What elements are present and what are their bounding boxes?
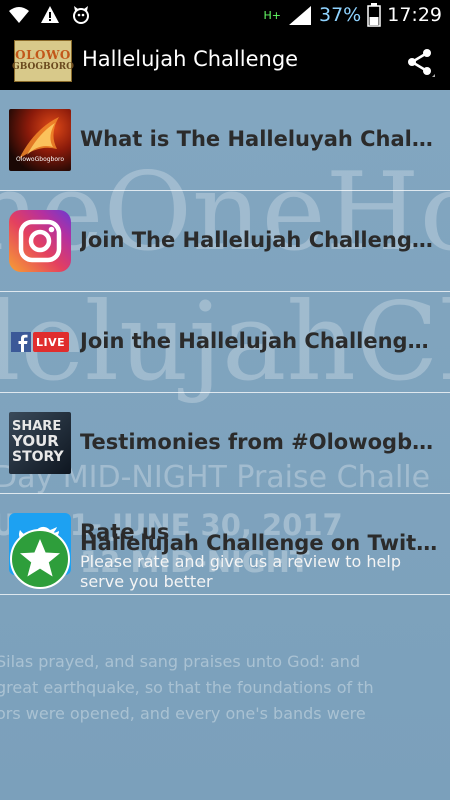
rate-us-subtitle: Please rate and give us a review to help… <box>80 552 401 591</box>
app-bar: OLOWO GBOGBORO Hallelujah Challenge <box>0 32 450 90</box>
list-item-facebook[interactable]: LIVE Join the Hallelujah Challenge on Fa… <box>0 292 450 393</box>
poster-text: great earthquake, so that the foundation… <box>0 678 374 697</box>
facebook-live-icon: LIVE <box>9 311 71 373</box>
poster-text: Silas prayed, and sang praises unto God:… <box>0 652 361 671</box>
thumbnail-text: YOUR <box>12 432 59 450</box>
instagram-icon <box>9 210 71 272</box>
poster-text: ors were opened, and every one's bands w… <box>0 704 366 723</box>
share-icon <box>408 49 435 77</box>
battery-icon <box>367 3 381 27</box>
cat-notification-icon <box>73 6 89 24</box>
flame-thumbnail-icon: OlowoGbogboro <box>9 109 71 171</box>
thumbnail-caption: OlowoGbogboro <box>15 156 65 163</box>
battery-percent: 37% <box>319 4 362 26</box>
rate-us-title: Rate us <box>80 520 170 544</box>
clock: 17:29 <box>387 4 442 26</box>
list-item-label: Join The Hallelujah Challenge on Instagr… <box>80 228 440 252</box>
share-button[interactable] <box>398 40 442 84</box>
warning-icon <box>41 6 59 23</box>
list-item-label: Testimonies from #Olowogboro <box>80 430 440 454</box>
list-item-testimonies[interactable]: SHARE YOUR STORY Testimonies from #Olowo… <box>0 393 450 494</box>
signal-icon <box>289 6 311 25</box>
live-badge-label: LIVE <box>36 336 66 349</box>
list-item-label: Join the Hallelujah Challenge on Faceboo… <box>80 329 440 353</box>
list-item-instagram[interactable]: Join The Hallelujah Challenge on Instagr… <box>0 191 450 292</box>
list-item-label: What is The Halleluyah Challenge? <box>80 127 440 151</box>
status-bar: H+ 37% 17:29 <box>0 0 450 32</box>
app-title: Hallelujah Challenge <box>82 47 299 71</box>
star-icon <box>9 528 71 590</box>
logo-line2: GBOGBORO <box>12 62 74 72</box>
share-your-story-icon: SHARE YOUR STORY <box>9 412 71 474</box>
list-item-what-is[interactable]: OlowoGbogboro What is The Halleluyah Cha… <box>0 90 450 191</box>
rate-us-item[interactable]: Rate us Please rate and give us a review… <box>0 506 450 616</box>
app-logo[interactable]: OLOWO GBOGBORO <box>12 40 74 82</box>
wifi-icon <box>9 7 29 23</box>
thumbnail-text: STORY <box>12 449 64 465</box>
network-type: H+ <box>263 8 282 22</box>
logo-line1: OLOWO <box>15 48 71 62</box>
